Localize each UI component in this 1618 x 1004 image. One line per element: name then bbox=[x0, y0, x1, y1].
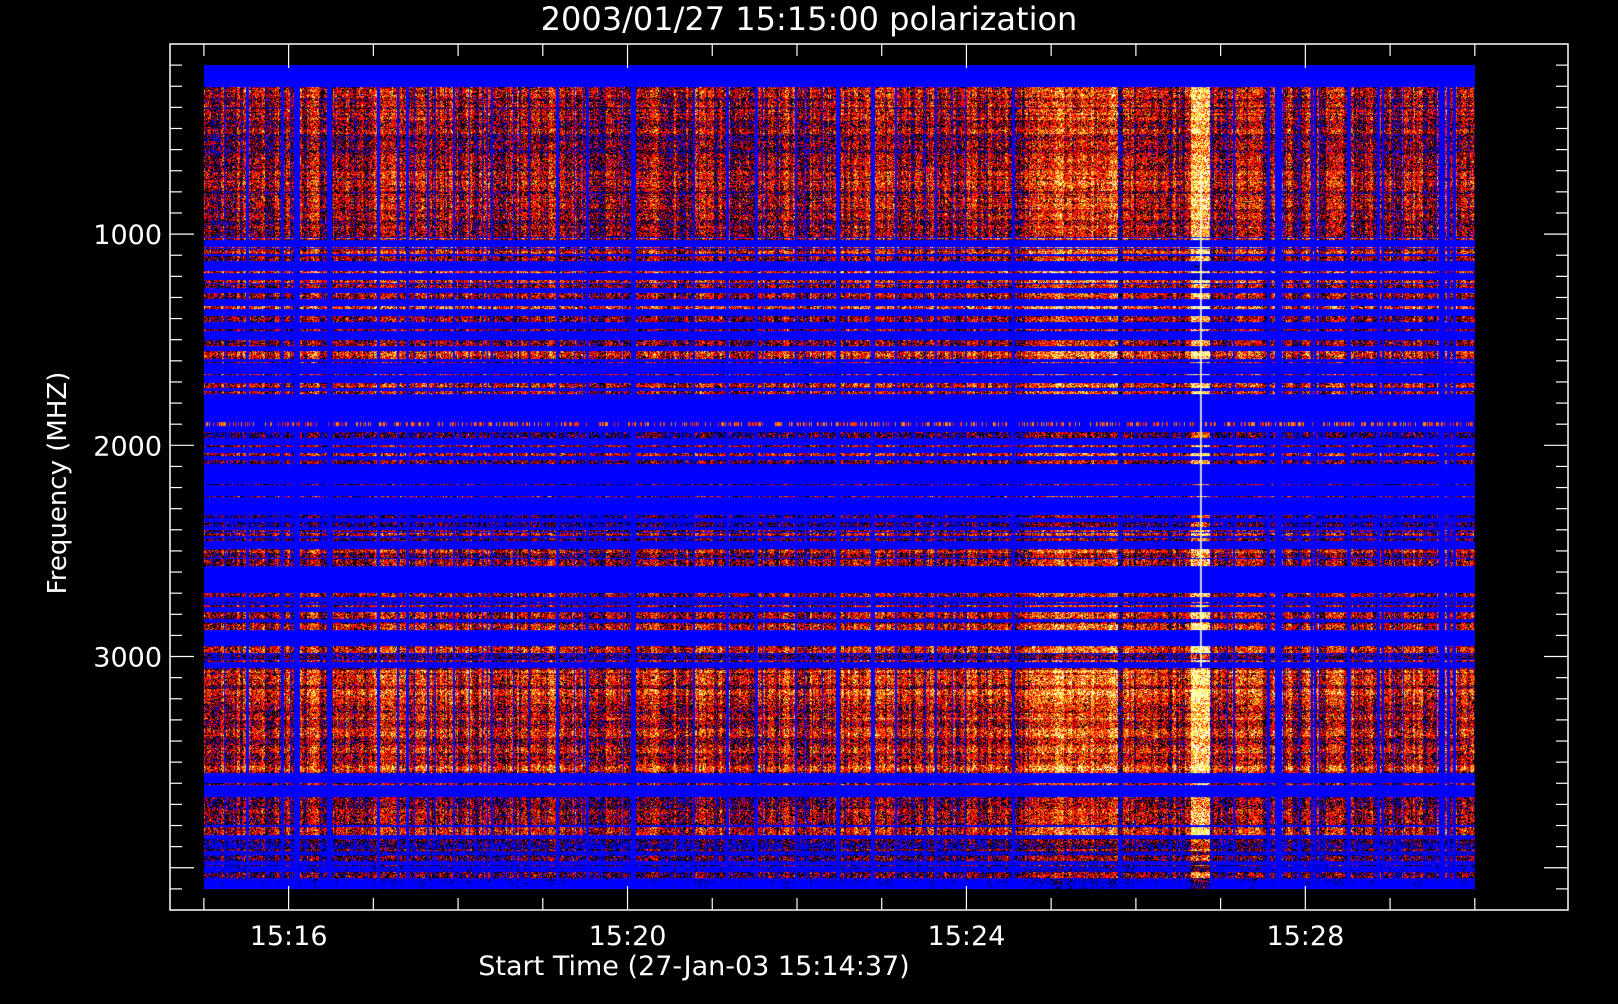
y-axis-label: Frequency (MHZ) bbox=[43, 372, 73, 595]
spectrogram-figure: 2003/01/27 15:15:00 polarization 15:16 15… bbox=[0, 0, 1618, 1000]
x-tick-label: 15:28 bbox=[1266, 921, 1344, 952]
x-axis-label: Start Time (27-Jan-03 15:14:37) bbox=[478, 951, 909, 982]
y-tick-label: 1000 bbox=[93, 220, 162, 251]
spectrogram-image bbox=[203, 65, 1475, 890]
chart-title: 2003/01/27 15:15:00 polarization bbox=[541, 0, 1078, 38]
y-tick-label: 3000 bbox=[93, 643, 162, 674]
chart-svg: 2003/01/27 15:15:00 polarization 15:16 15… bbox=[0, 0, 1618, 1000]
x-tick-label: 15:24 bbox=[928, 921, 1006, 952]
x-tick-label: 15:16 bbox=[250, 921, 328, 952]
y-tick-label: 2000 bbox=[93, 431, 162, 462]
x-tick-label: 15:20 bbox=[589, 921, 667, 952]
heatmap-layer bbox=[203, 65, 1475, 890]
